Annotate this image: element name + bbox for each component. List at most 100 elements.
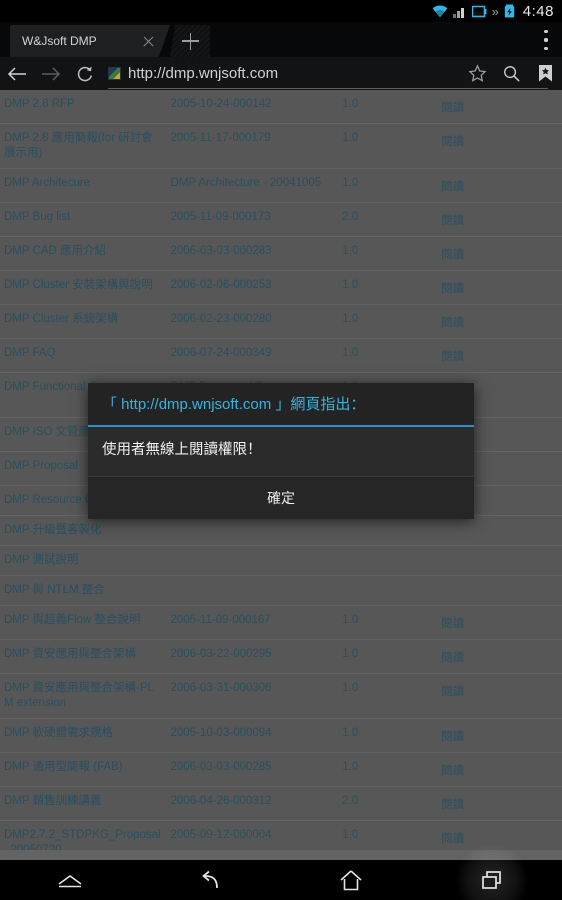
doc-read-cell[interactable]: 閱讀 (437, 338, 562, 373)
read-link[interactable]: 閱讀 (441, 210, 464, 229)
table-row: DMP Bug list 2005-11-09-000173 2.0 閱讀 (0, 202, 562, 237)
collapse-button[interactable] (0, 860, 141, 900)
reload-icon[interactable] (68, 57, 102, 90)
doc-version-cell: 1.0 (338, 304, 438, 339)
doc-name-cell[interactable]: DMP Cluster 系統架構 (0, 304, 167, 339)
search-icon[interactable] (494, 57, 528, 90)
table-row: DMP Architecure DMP Architecture - 200410… (0, 168, 562, 203)
read-link[interactable]: 閱讀 (441, 131, 464, 150)
table-row: DMP 測試說明 (0, 545, 562, 576)
doc-version-cell: 1.0 (338, 338, 438, 373)
doc-name-cell[interactable]: DMP CAD 應用介紹 (0, 236, 167, 271)
doc-code-cell: 2006-03-03-000285 (166, 752, 339, 787)
read-link[interactable]: 閱讀 (441, 647, 464, 666)
home-button[interactable] (281, 860, 422, 900)
clock: 4:48 (522, 2, 554, 20)
doc-read-cell[interactable]: 閱讀 (437, 90, 562, 124)
doc-name-cell[interactable]: DMP 資安應用與整合架構 (0, 639, 167, 674)
table-row: DMP 軟硬體需求規格 2005-10-03-000094 1.0 閱讀 (0, 718, 562, 753)
table-row: DMP 升級暨客製化 (0, 515, 562, 546)
doc-name-cell[interactable]: DMP FAQ (0, 338, 167, 373)
read-link[interactable]: 閱讀 (441, 794, 464, 813)
doc-read-cell[interactable]: 閱讀 (437, 752, 562, 787)
device-screen: » 4:48 W&Jsoft DMP http://dmp.wnjsoft.co… (0, 0, 562, 900)
bookmarks-icon[interactable] (528, 57, 562, 90)
read-link[interactable]: 閱讀 (441, 828, 464, 847)
recents-button[interactable] (422, 860, 562, 900)
doc-read-cell[interactable]: 閱讀 (437, 718, 562, 753)
doc-read-cell[interactable]: 閱讀 (437, 304, 562, 339)
read-link[interactable]: 閱讀 (441, 278, 464, 297)
doc-read-cell[interactable]: 閱讀 (437, 605, 562, 640)
doc-name-cell[interactable]: DMP 測試說明 (0, 545, 167, 576)
table-row: DMP 與 NTLM 整合 (0, 575, 562, 606)
read-link[interactable]: 閱讀 (441, 760, 464, 779)
doc-code-cell: 2005-10-03-000094 (166, 718, 339, 753)
table-row: DMP 與超義Flow 整合說明 2005-11-09-000167 1.0 閱讀 (0, 605, 562, 640)
read-link[interactable]: 閱讀 (441, 726, 464, 745)
forward-arrow-icon[interactable] (34, 57, 68, 90)
doc-version-cell: 1.0 (338, 168, 438, 203)
dialog-ok-button[interactable]: 確定 (88, 477, 474, 519)
read-link[interactable]: 閱讀 (441, 681, 464, 700)
table-row: DMP FAQ 2006-07-24-000349 1.0 閱讀 (0, 338, 562, 373)
doc-code-cell: 2006-02-23-000280 (166, 304, 339, 339)
doc-read-cell[interactable]: 閱讀 (437, 202, 562, 237)
table-row: DMP Cluster 安裝架構與說明 2006-02-06-000253 1.0 閱… (0, 270, 562, 305)
table-row: DMP 2.8 應用簡報(for 研討會展示用) 2005-11-17-00017… (0, 123, 562, 169)
doc-code-cell: 2005-10-24-000142 (166, 90, 339, 124)
overflow-menu-icon[interactable] (544, 30, 548, 50)
doc-name-cell[interactable]: DMP 2.8 RFP (0, 90, 167, 124)
read-link[interactable]: 閱讀 (441, 312, 464, 331)
doc-version-cell (338, 575, 438, 606)
doc-code-cell (166, 575, 339, 606)
doc-name-cell[interactable]: DMP 升級暨客製化 (0, 515, 167, 546)
overflow-icon: » (491, 3, 499, 19)
doc-read-cell[interactable] (437, 575, 562, 606)
back-button[interactable] (141, 860, 282, 900)
doc-name-cell[interactable]: DMP Architecure (0, 168, 167, 203)
table-row: DMP CAD 應用介紹 2006-03-03-000283 1.0 閱讀 (0, 236, 562, 271)
doc-read-cell[interactable]: 閱讀 (437, 639, 562, 674)
back-arrow-icon[interactable] (0, 57, 34, 90)
doc-name-cell[interactable]: DMP Cluster 安裝架構與說明 (0, 270, 167, 305)
url-text: http://dmp.wnjsoft.com (128, 65, 279, 82)
url-field[interactable]: http://dmp.wnjsoft.com (102, 57, 548, 90)
doc-name-cell[interactable]: DMP 軟硬體需求規格 (0, 718, 167, 753)
doc-read-cell[interactable]: 閱讀 (437, 786, 562, 821)
doc-version-cell: 1.0 (338, 90, 438, 124)
tab-strip: W&Jsoft DMP (0, 22, 562, 57)
doc-name-cell[interactable]: DMP 與超義Flow 整合說明 (0, 605, 167, 640)
doc-name-cell[interactable]: DMP Bug list (0, 202, 167, 237)
doc-read-cell[interactable]: 閱讀 (437, 270, 562, 305)
read-link[interactable]: 閱讀 (441, 97, 464, 116)
wifi-icon (432, 5, 448, 18)
tab-close-icon[interactable] (142, 35, 155, 48)
read-link[interactable]: 閱讀 (441, 244, 464, 263)
table-row: DMP 2.8 RFP 2005-10-24-000142 1.0 閱讀 (0, 90, 562, 124)
doc-read-cell[interactable]: 閱讀 (437, 168, 562, 203)
doc-read-cell[interactable] (437, 545, 562, 576)
doc-code-cell: 2006-02-06-000253 (166, 270, 339, 305)
doc-name-cell[interactable]: DMP 與 NTLM 整合 (0, 575, 167, 606)
doc-read-cell[interactable]: 閱讀 (437, 673, 562, 719)
doc-name-cell[interactable]: DMP 2.8 應用簡報(for 研討會展示用) (0, 123, 167, 169)
doc-code-cell: 2006-03-31-000306 (166, 673, 339, 719)
read-link[interactable]: 閱讀 (441, 346, 464, 365)
doc-read-cell[interactable]: 閱讀 (437, 123, 562, 169)
star-icon[interactable] (460, 57, 494, 90)
doc-read-cell[interactable] (437, 515, 562, 546)
doc-version-cell: 1.0 (338, 752, 438, 787)
doc-name-cell[interactable]: DMP 銷售訓練講義 (0, 786, 167, 821)
new-tab-button[interactable] (170, 25, 210, 57)
dialog-header: 「 http://dmp.wnjsoft.com 」網頁指出： (88, 383, 474, 427)
javascript-alert-dialog: 「 http://dmp.wnjsoft.com 」網頁指出： 使用者無線上閱讀… (88, 383, 474, 519)
read-link[interactable]: 閱讀 (441, 176, 464, 195)
recents-icon (481, 870, 501, 889)
doc-read-cell[interactable]: 閱讀 (437, 236, 562, 271)
read-link[interactable]: 閱讀 (441, 613, 464, 632)
doc-name-cell[interactable]: DMP 通用型簡報 (FAB) (0, 752, 167, 787)
doc-version-cell: 1.0 (338, 123, 438, 169)
doc-name-cell[interactable]: DMP 資安應用與整合架構-PLM extension (0, 673, 167, 719)
table-row: DMP 銷售訓練講義 2006-04-26-000312 2.0 閱讀 (0, 786, 562, 821)
